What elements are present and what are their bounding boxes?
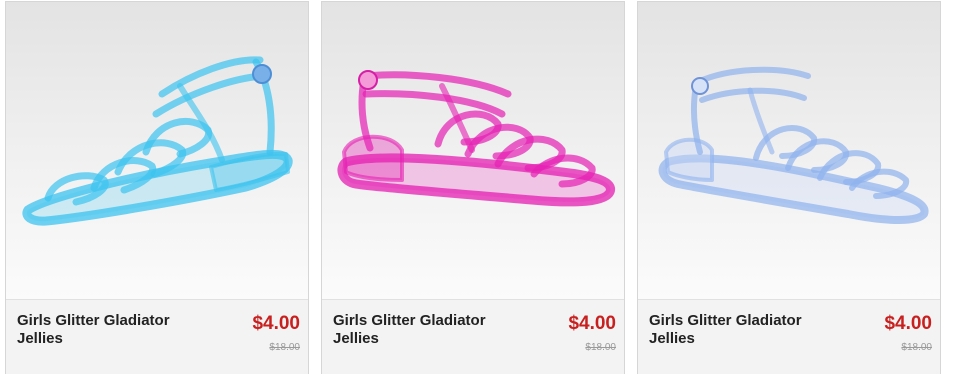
product-grid: Girls Glitter Gladiator Jellies $4.00 $1… xyxy=(0,0,953,381)
product-card[interactable]: Girls Glitter Gladiator Jellies $4.00 $1… xyxy=(321,1,625,374)
sandal-illustration xyxy=(22,56,293,226)
sale-price: $4.00 xyxy=(884,313,932,334)
original-price: $18.00 xyxy=(269,342,300,353)
original-price: $18.00 xyxy=(585,342,616,353)
buckle-icon xyxy=(691,77,709,95)
product-name[interactable]: Girls Glitter Gladiator Jellies xyxy=(333,312,533,348)
product-info: Girls Glitter Gladiator Jellies $4.00 $1… xyxy=(638,299,940,374)
buckle-icon xyxy=(252,64,272,84)
product-card[interactable]: Girls Glitter Gladiator Jellies $4.00 $1… xyxy=(5,1,309,374)
product-card[interactable]: Girls Glitter Gladiator Jellies $4.00 $1… xyxy=(637,1,941,374)
sale-price: $4.00 xyxy=(252,313,300,334)
product-image[interactable] xyxy=(638,2,940,299)
buckle-icon xyxy=(358,70,378,90)
product-info: Girls Glitter Gladiator Jellies $4.00 $1… xyxy=(322,299,624,374)
sandal-illustration xyxy=(658,66,929,224)
original-price: $18.00 xyxy=(901,342,932,353)
product-image[interactable] xyxy=(322,2,624,299)
product-name[interactable]: Girls Glitter Gladiator Jellies xyxy=(649,312,849,348)
sandal-illustration xyxy=(337,70,615,207)
product-image[interactable] xyxy=(6,2,308,299)
sale-price: $4.00 xyxy=(568,313,616,334)
product-info: Girls Glitter Gladiator Jellies $4.00 $1… xyxy=(6,299,308,374)
product-name[interactable]: Girls Glitter Gladiator Jellies xyxy=(17,312,217,348)
